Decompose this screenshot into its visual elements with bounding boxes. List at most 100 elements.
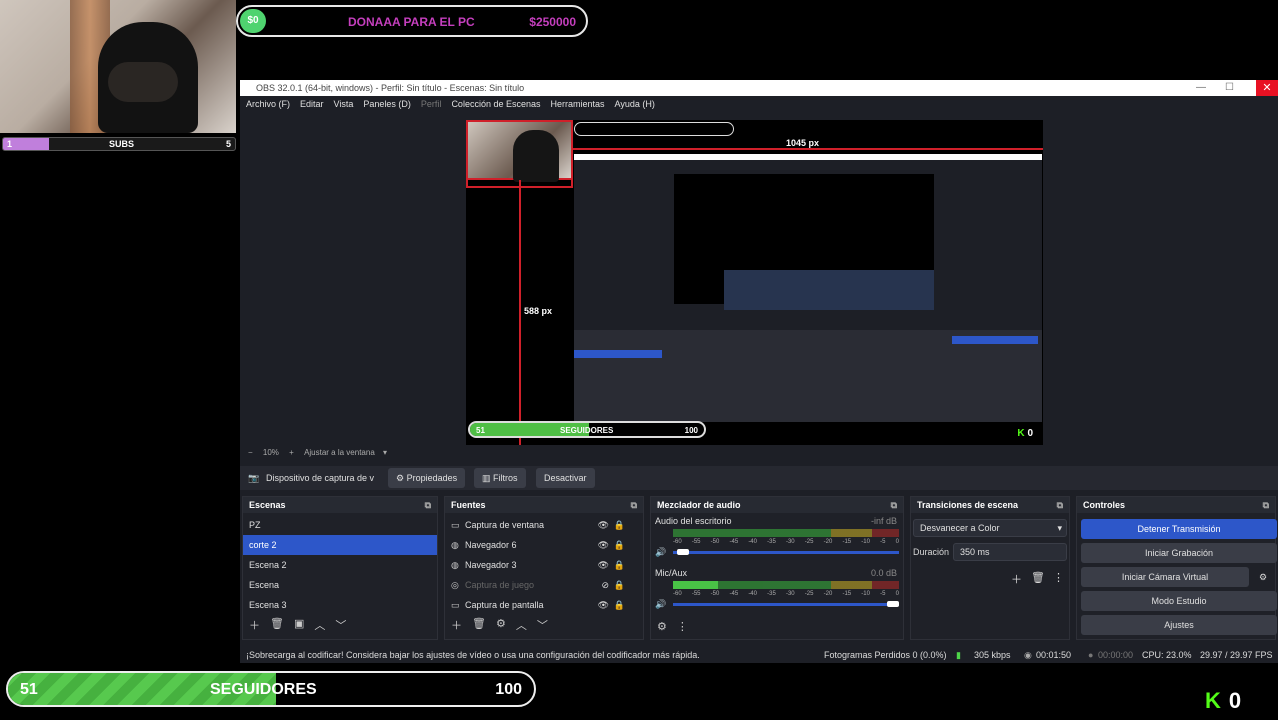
followers-goal: 100 [495,681,522,698]
mixer-channel: Audio del escritorio -inf dB -60 -55 -50 -4… [651,513,903,557]
source-item[interactable]: ◍ Navegador 3 👁 🔒 [445,555,643,575]
start-virtual-camera-button[interactable]: Iniciar Cámara Virtual [1081,567,1249,587]
channel-db: -inf dB [870,516,897,526]
meter-tick-label: -45 [729,591,739,597]
donation-goal-bar: $0 DONAAA PARA EL PC $250000 [236,5,588,37]
trash-icon[interactable]: 🗑 [1031,571,1045,584]
scene-item[interactable]: Escena 3 [243,595,437,615]
lock-icon[interactable]: 🔒 [614,520,625,531]
add-icon[interactable]: ＋ [451,617,462,633]
donation-title: DONAAA PARA EL PC [348,15,475,29]
volume-slider[interactable] [673,549,899,555]
menu-herramientas[interactable]: Herramientas [551,99,605,111]
speaker-icon[interactable]: 🔊 [655,599,666,610]
menu-archivo[interactable]: Archivo (F) [246,99,290,111]
subs-label: SUBS [109,139,135,149]
preview-canvas[interactable]: 1045 px 588 px 51 SEGUIDORES 100 K 0 [466,120,1043,445]
webcam-feed [0,0,236,133]
maximize-icon[interactable]: ☐ [1225,82,1234,93]
menu-paneles[interactable]: Paneles (D) [363,99,411,111]
trash-icon[interactable]: 🗑 [270,617,284,633]
scene-item[interactable]: Escena [243,575,437,595]
source-item[interactable]: ◍ Navegador 6 👁 🔒 [445,535,643,555]
scene-item-selected[interactable]: corte 2 [243,535,437,555]
zoom-out-icon[interactable]: − [248,448,253,457]
meter-tick-label: 0 [895,539,899,545]
filters-icon[interactable]: ▣ [294,617,304,633]
lock-icon[interactable]: 🔒 [614,600,625,611]
close-icon[interactable]: ✕ [1256,80,1278,96]
menu-ayuda[interactable]: Ayuda (H) [615,99,655,111]
meter-tick-label: -40 [748,591,757,597]
add-icon[interactable]: ＋ [1011,571,1022,587]
dock-popout-icon[interactable]: ⧉ [425,500,431,511]
kick-count: 0 [1228,688,1242,713]
minimize-icon[interactable]: — [1196,82,1206,93]
monitor-icon: ▭ [451,600,460,610]
gear-icon[interactable]: ⚙ [1259,572,1267,583]
studio-mode-button[interactable]: Modo Estudio [1081,591,1277,611]
bitrate: 305 kbps [974,650,1011,660]
more-icon[interactable]: ⋮ [677,620,688,633]
scene-item[interactable]: Escena 2 [243,555,437,575]
dock-popout-icon[interactable]: ⧉ [891,500,897,511]
source-item[interactable]: ▭ Captura de pantalla 👁 🔒 [445,595,643,615]
source-item[interactable]: ▭ Captura de ventana 👁 🔒 [445,515,643,535]
lock-icon[interactable]: 🔒 [614,560,625,571]
source-toolbar: 📷 Dispositivo de captura de v ⚙ Propieda… [240,466,1278,490]
eye-icon[interactable]: 👁 [598,600,609,611]
lock-icon[interactable]: 🔒 [614,580,625,591]
menu-coleccion-escenas[interactable]: Colección de Escenas [451,99,540,111]
subs-goal: 5 [225,139,231,149]
eye-hidden-icon[interactable]: ⊘ [601,580,609,591]
menu-vista[interactable]: Vista [334,99,354,111]
meter-tick-label: -50 [710,539,720,545]
menu-perfil[interactable]: Perfil [421,99,442,111]
speaker-icon[interactable]: 🔊 [655,547,666,558]
broadcast-icon: ◉ [1024,650,1032,660]
move-up-icon[interactable]: ︿ [314,617,325,633]
selection-box[interactable] [466,120,573,188]
dock-popout-icon[interactable]: ⧉ [631,500,637,511]
gear-icon[interactable]: ⚙ [496,617,506,633]
menu-editar[interactable]: Editar [300,99,324,111]
deactivate-button[interactable]: Desactivar [536,468,595,488]
stop-streaming-button[interactable]: Detener Transmisión [1081,519,1277,539]
move-up-icon[interactable]: ︿ [516,617,527,633]
chevron-down-icon[interactable]: ▾ [383,448,387,457]
properties-button[interactable]: ⚙ Propiedades [388,468,466,488]
scene-item[interactable]: PZ [243,515,437,535]
zoom-in-icon[interactable]: + [289,448,294,457]
zoom-mode[interactable]: Ajustar a la ventana [304,448,375,457]
move-down-icon[interactable]: ﹀ [537,617,548,633]
dropped-frames: Fotogramas Perdidos 0 (0.0%) [824,650,947,660]
settings-button[interactable]: Ajustes [1081,615,1277,635]
start-recording-button[interactable]: Iniciar Grabación [1081,543,1277,563]
subs-current: 1 [7,139,13,149]
channel-db: 0.0 dB [870,568,897,578]
source-item-disabled[interactable]: ◎ Captura de juego ⊘ 🔒 [445,575,643,595]
transitions-header: Transiciones de escena ⧉ [911,497,1069,513]
filters-button[interactable]: ▥ Filtros [474,468,526,488]
more-icon[interactable]: ⋮ [1053,571,1064,584]
volume-slider[interactable] [673,601,899,607]
add-icon[interactable]: ＋ [249,617,260,633]
gamepad-icon: ◎ [451,580,459,590]
nested-docks [574,330,1042,422]
meter-tick-label: -20 [823,539,833,545]
eye-icon[interactable]: 👁 [598,540,609,551]
eye-icon[interactable]: 👁 [598,560,609,571]
eye-icon[interactable]: 👁 [598,520,609,531]
controls-dock: Controles ⧉ Detener Transmisión Iniciar G… [1076,496,1277,640]
fps: 29.97 / 29.97 FPS [1200,650,1273,660]
trash-icon[interactable]: 🗑 [472,617,486,633]
gear-icon[interactable]: ⚙ [657,620,667,633]
window-titlebar[interactable]: OBS 32.0.1 (64-bit, windows) - Perfil: S… [240,80,1278,96]
duration-input[interactable]: 350 ms [953,543,1067,561]
move-down-icon[interactable]: ﹀ [335,617,346,633]
lock-icon[interactable]: 🔒 [614,540,625,551]
transition-select[interactable]: Desvanecer a Color ▾ [913,519,1067,537]
dock-popout-icon[interactable]: ⧉ [1263,500,1269,511]
meter-tick-label: -20 [823,591,833,597]
dock-popout-icon[interactable]: ⧉ [1057,500,1063,511]
